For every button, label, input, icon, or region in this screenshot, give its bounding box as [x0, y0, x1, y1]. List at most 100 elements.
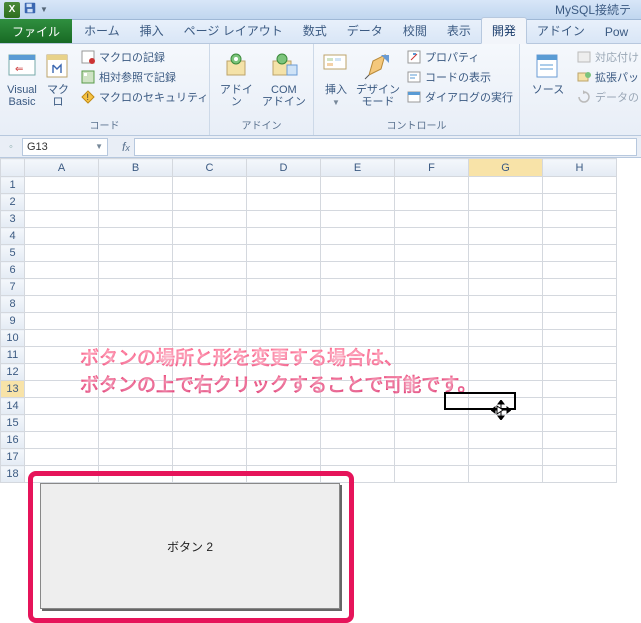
cell-C2[interactable]: [173, 194, 247, 211]
cell-A16[interactable]: [25, 432, 99, 449]
formula-input[interactable]: [134, 138, 637, 156]
cell-A1[interactable]: [25, 177, 99, 194]
cell-H1[interactable]: [543, 177, 617, 194]
cell-E9[interactable]: [321, 313, 395, 330]
relative-ref-button[interactable]: 相対参照で記録: [78, 68, 210, 86]
cell-B17[interactable]: [99, 449, 173, 466]
cell-F6[interactable]: [395, 262, 469, 279]
cell-H14[interactable]: [543, 398, 617, 415]
cell-F8[interactable]: [395, 296, 469, 313]
cell-B15[interactable]: [99, 415, 173, 432]
row-header-1[interactable]: 1: [1, 177, 25, 194]
cell-D16[interactable]: [247, 432, 321, 449]
cell-H16[interactable]: [543, 432, 617, 449]
cell-B2[interactable]: [99, 194, 173, 211]
properties-button[interactable]: プロパティ: [404, 48, 515, 66]
row-header-18[interactable]: 18: [1, 466, 25, 483]
cell-C4[interactable]: [173, 228, 247, 245]
cell-C10[interactable]: [173, 330, 247, 347]
cell-A5[interactable]: [25, 245, 99, 262]
cell-H3[interactable]: [543, 211, 617, 228]
cell-E16[interactable]: [321, 432, 395, 449]
cell-F15[interactable]: [395, 415, 469, 432]
cell-F7[interactable]: [395, 279, 469, 296]
cell-E1[interactable]: [321, 177, 395, 194]
cell-E15[interactable]: [321, 415, 395, 432]
cell-B4[interactable]: [99, 228, 173, 245]
select-all-corner[interactable]: [1, 159, 25, 177]
cell-C17[interactable]: [173, 449, 247, 466]
cell-B6[interactable]: [99, 262, 173, 279]
addins-button[interactable]: アドイン: [216, 46, 257, 108]
cell-H2[interactable]: [543, 194, 617, 211]
cell-D4[interactable]: [247, 228, 321, 245]
row-header-6[interactable]: 6: [1, 262, 25, 279]
cell-D15[interactable]: [247, 415, 321, 432]
cell-G7[interactable]: [469, 279, 543, 296]
file-tab[interactable]: ファイル: [0, 19, 72, 43]
row-header-7[interactable]: 7: [1, 279, 25, 296]
record-macro-button[interactable]: マクロの記録: [78, 48, 210, 66]
tab-アドイン[interactable]: アドイン: [527, 18, 595, 43]
cell-F2[interactable]: [395, 194, 469, 211]
cell-F18[interactable]: [395, 466, 469, 483]
cell-D9[interactable]: [247, 313, 321, 330]
cell-F9[interactable]: [395, 313, 469, 330]
row-header-11[interactable]: 11: [1, 347, 25, 364]
cell-D5[interactable]: [247, 245, 321, 262]
col-header-D[interactable]: D: [247, 159, 321, 177]
cell-H15[interactable]: [543, 415, 617, 432]
cell-D10[interactable]: [247, 330, 321, 347]
cell-F3[interactable]: [395, 211, 469, 228]
cell-F16[interactable]: [395, 432, 469, 449]
row-header-13[interactable]: 13: [1, 381, 25, 398]
cell-E2[interactable]: [321, 194, 395, 211]
cell-D3[interactable]: [247, 211, 321, 228]
row-header-15[interactable]: 15: [1, 415, 25, 432]
cell-H4[interactable]: [543, 228, 617, 245]
col-header-B[interactable]: B: [99, 159, 173, 177]
source-button[interactable]: ソース: [526, 46, 570, 96]
cell-B8[interactable]: [99, 296, 173, 313]
insert-control-button[interactable]: 挿入 ▼: [320, 46, 352, 107]
cell-C16[interactable]: [173, 432, 247, 449]
cell-C9[interactable]: [173, 313, 247, 330]
cell-G10[interactable]: [469, 330, 543, 347]
row-header-9[interactable]: 9: [1, 313, 25, 330]
cell-C7[interactable]: [173, 279, 247, 296]
row-header-5[interactable]: 5: [1, 245, 25, 262]
cell-H6[interactable]: [543, 262, 617, 279]
cell-D1[interactable]: [247, 177, 321, 194]
namebox-dropdown-icon[interactable]: ▼: [95, 142, 103, 151]
cell-G2[interactable]: [469, 194, 543, 211]
cell-A10[interactable]: [25, 330, 99, 347]
cell-F4[interactable]: [395, 228, 469, 245]
cell-G12[interactable]: [469, 364, 543, 381]
cell-B1[interactable]: [99, 177, 173, 194]
tab-挿入[interactable]: 挿入: [130, 18, 174, 43]
cell-G1[interactable]: [469, 177, 543, 194]
col-header-F[interactable]: F: [395, 159, 469, 177]
view-code-button[interactable]: コードの表示: [404, 68, 515, 86]
cell-E8[interactable]: [321, 296, 395, 313]
cell-C3[interactable]: [173, 211, 247, 228]
row-header-12[interactable]: 12: [1, 364, 25, 381]
worksheet-grid[interactable]: ABCDEFGH123456789101112131415161718 ボタンの…: [0, 158, 641, 483]
fx-icon[interactable]: fx: [122, 140, 130, 154]
cell-A17[interactable]: [25, 449, 99, 466]
cell-F5[interactable]: [395, 245, 469, 262]
cell-D6[interactable]: [247, 262, 321, 279]
tab-Pow[interactable]: Pow: [595, 21, 638, 43]
cell-A6[interactable]: [25, 262, 99, 279]
cell-H10[interactable]: [543, 330, 617, 347]
cell-C8[interactable]: [173, 296, 247, 313]
cell-H17[interactable]: [543, 449, 617, 466]
cell-A9[interactable]: [25, 313, 99, 330]
expansion-pack-button[interactable]: 拡張パッ: [574, 68, 641, 86]
tab-開発[interactable]: 開発: [481, 17, 527, 44]
com-addins-button[interactable]: COM アドイン: [261, 46, 307, 108]
col-header-A[interactable]: A: [25, 159, 99, 177]
cell-F1[interactable]: [395, 177, 469, 194]
row-header-8[interactable]: 8: [1, 296, 25, 313]
row-header-2[interactable]: 2: [1, 194, 25, 211]
